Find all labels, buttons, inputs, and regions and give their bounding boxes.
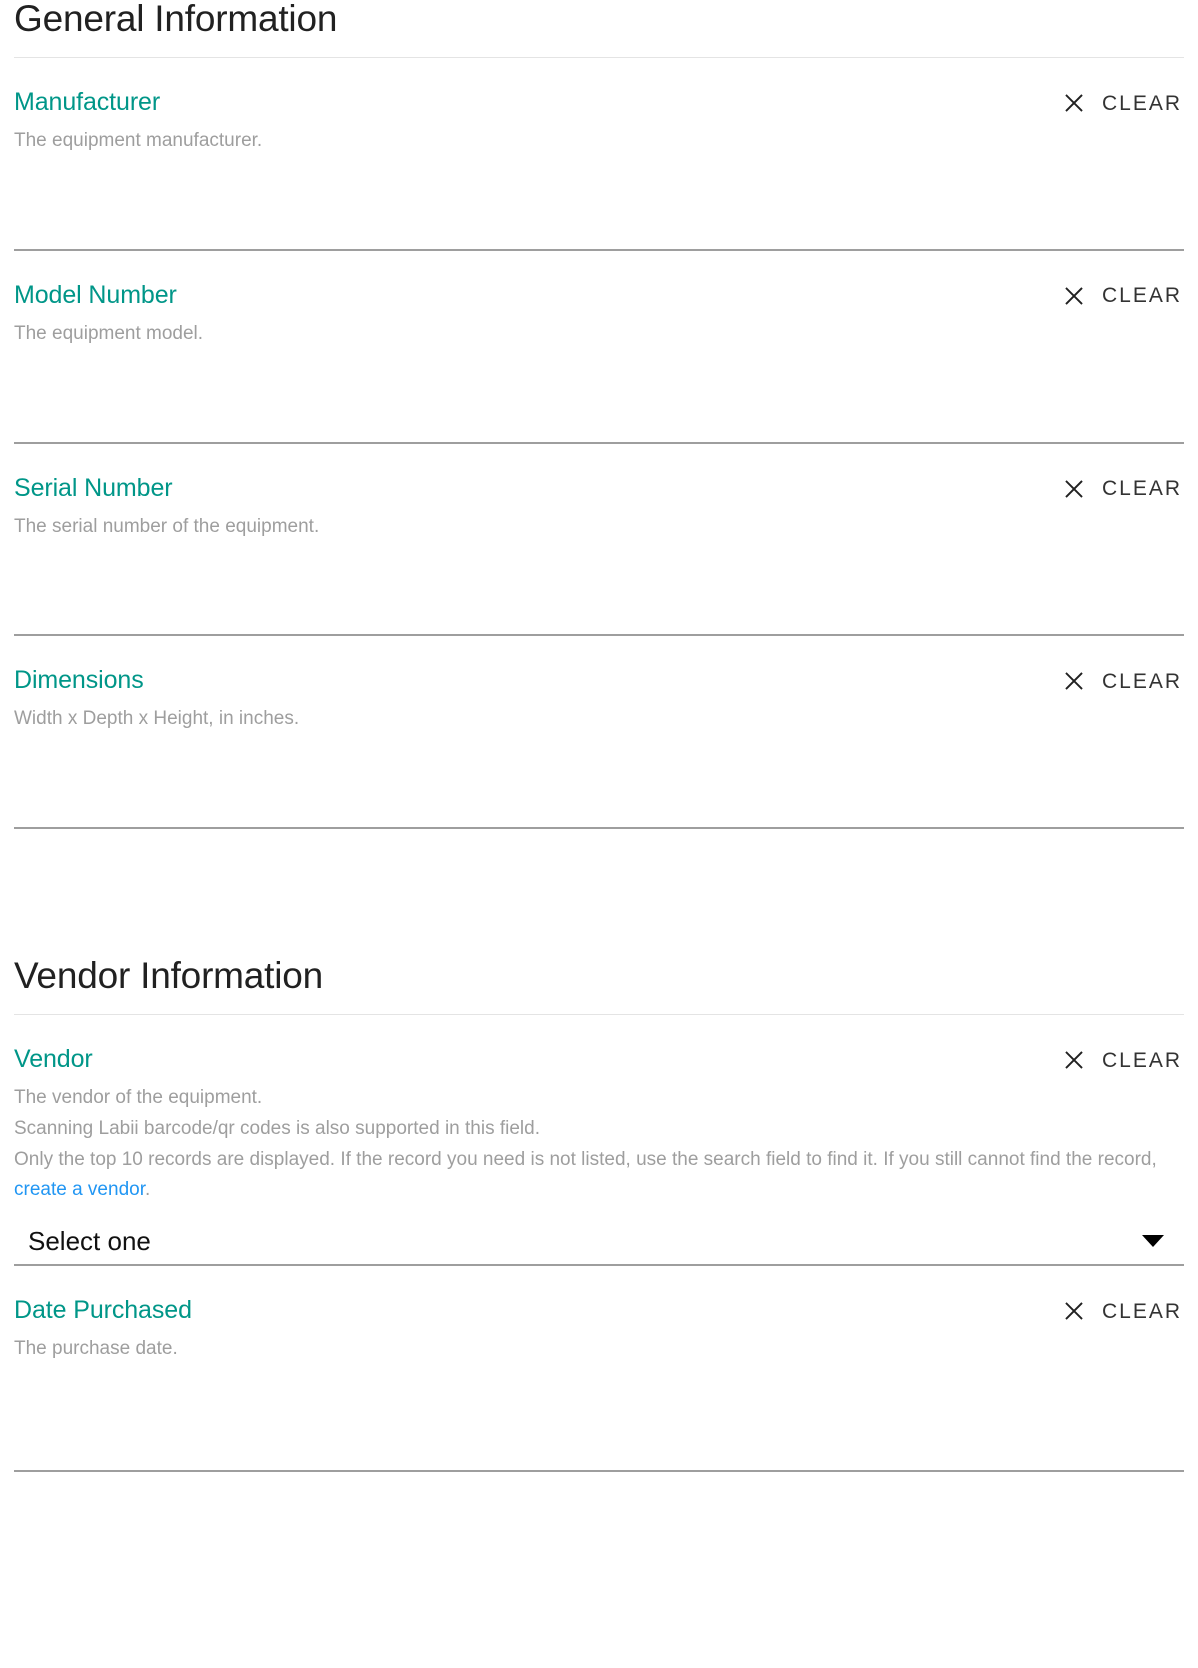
description-line: Width x Depth x Height, in inches. (14, 708, 300, 730)
close-icon (1063, 1049, 1085, 1071)
description-line: The purchase date. (14, 1338, 178, 1360)
field-header: Vendor CLEAR (14, 1045, 1184, 1075)
clear-button-label: CLEAR (1101, 1048, 1182, 1072)
description-line: The serial number of the equipment. (14, 515, 320, 537)
field-label-date-purchased: Date Purchased (14, 1296, 192, 1325)
field-description-vendor: The vendor of the equipment. Scanning La… (14, 1083, 1184, 1206)
clear-button-model-number[interactable]: CLEAR (1061, 281, 1184, 311)
clear-button-serial-number[interactable]: CLEAR (1061, 474, 1184, 504)
field-model-number: Model Number CLEAR The equipment model. (0, 251, 1198, 442)
description-line-with-link: Only the top 10 records are displayed. I… (14, 1145, 1184, 1207)
clear-button-label: CLEAR (1101, 91, 1182, 115)
clear-button-manufacturer[interactable]: CLEAR (1061, 88, 1184, 118)
field-dimensions: Dimensions CLEAR Width x Depth x Height,… (0, 636, 1198, 827)
field-description-dimensions: Width x Depth x Height, in inches. (14, 704, 1184, 735)
field-label-model-number: Model Number (14, 280, 177, 309)
field-label-dimensions: Dimensions (14, 666, 144, 695)
field-description-serial-number: The serial number of the equipment. (14, 512, 1184, 543)
description-text-suffix: . (144, 1179, 151, 1201)
clear-button-label: CLEAR (1101, 669, 1182, 693)
field-manufacturer: Manufacturer CLEAR The equipment manufac… (0, 58, 1198, 249)
close-icon (1063, 92, 1085, 114)
field-header: Serial Number CLEAR (14, 474, 1184, 504)
vendor-select-value: Select one (28, 1226, 151, 1257)
close-icon (1063, 478, 1085, 500)
field-header: Manufacturer CLEAR (14, 88, 1184, 118)
description-line: Scanning Labii barcode/qr codes is also … (14, 1117, 540, 1139)
create-a-vendor-link[interactable]: create a vendor (14, 1179, 145, 1200)
field-label-manufacturer: Manufacturer (14, 88, 161, 116)
close-icon (1063, 1300, 1085, 1322)
field-label-serial-number: Serial Number (14, 473, 173, 502)
clear-button-dimensions[interactable]: CLEAR (1061, 666, 1184, 696)
field-vendor: Vendor CLEAR The vendor of the equipment… (0, 1015, 1198, 1264)
clear-button-vendor[interactable]: CLEAR (1061, 1045, 1184, 1075)
close-icon (1063, 285, 1085, 307)
description-line: The equipment model. (14, 322, 204, 344)
section-title-vendor: Vendor Information (14, 955, 324, 997)
field-header: Model Number CLEAR (14, 281, 1184, 311)
field-serial-number: Serial Number CLEAR The serial number of… (0, 444, 1198, 635)
field-divider-date-purchased (14, 1469, 1184, 1472)
form-page: General Information Manufacturer CLEAR T… (0, 0, 1198, 1668)
field-description-date-purchased: The purchase date. (14, 1334, 1184, 1365)
description-line: The vendor of the equipment. (14, 1087, 263, 1109)
clear-button-label: CLEAR (1101, 1299, 1182, 1323)
section-title-general: General Information (14, 0, 338, 39)
description-text-prefix: Only the top 10 records are displayed. I… (14, 1148, 1157, 1170)
field-date-purchased: Date Purchased CLEAR The purchase date. (0, 1266, 1198, 1470)
clear-button-label: CLEAR (1101, 284, 1182, 308)
field-label-vendor: Vendor (14, 1045, 93, 1074)
close-icon (1063, 670, 1085, 692)
field-header: Dimensions CLEAR (14, 666, 1184, 696)
clear-button-label: CLEAR (1101, 477, 1182, 501)
vendor-select[interactable]: Select one (14, 1228, 1184, 1254)
description-line: The equipment manufacturer. (14, 130, 263, 151)
field-description-model-number: The equipment model. (14, 319, 1184, 350)
field-header: Date Purchased CLEAR (14, 1296, 1184, 1326)
chevron-down-icon (1142, 1235, 1164, 1248)
field-description-manufacturer: The equipment manufacturer. (14, 126, 1184, 157)
clear-button-date-purchased[interactable]: CLEAR (1061, 1296, 1184, 1326)
